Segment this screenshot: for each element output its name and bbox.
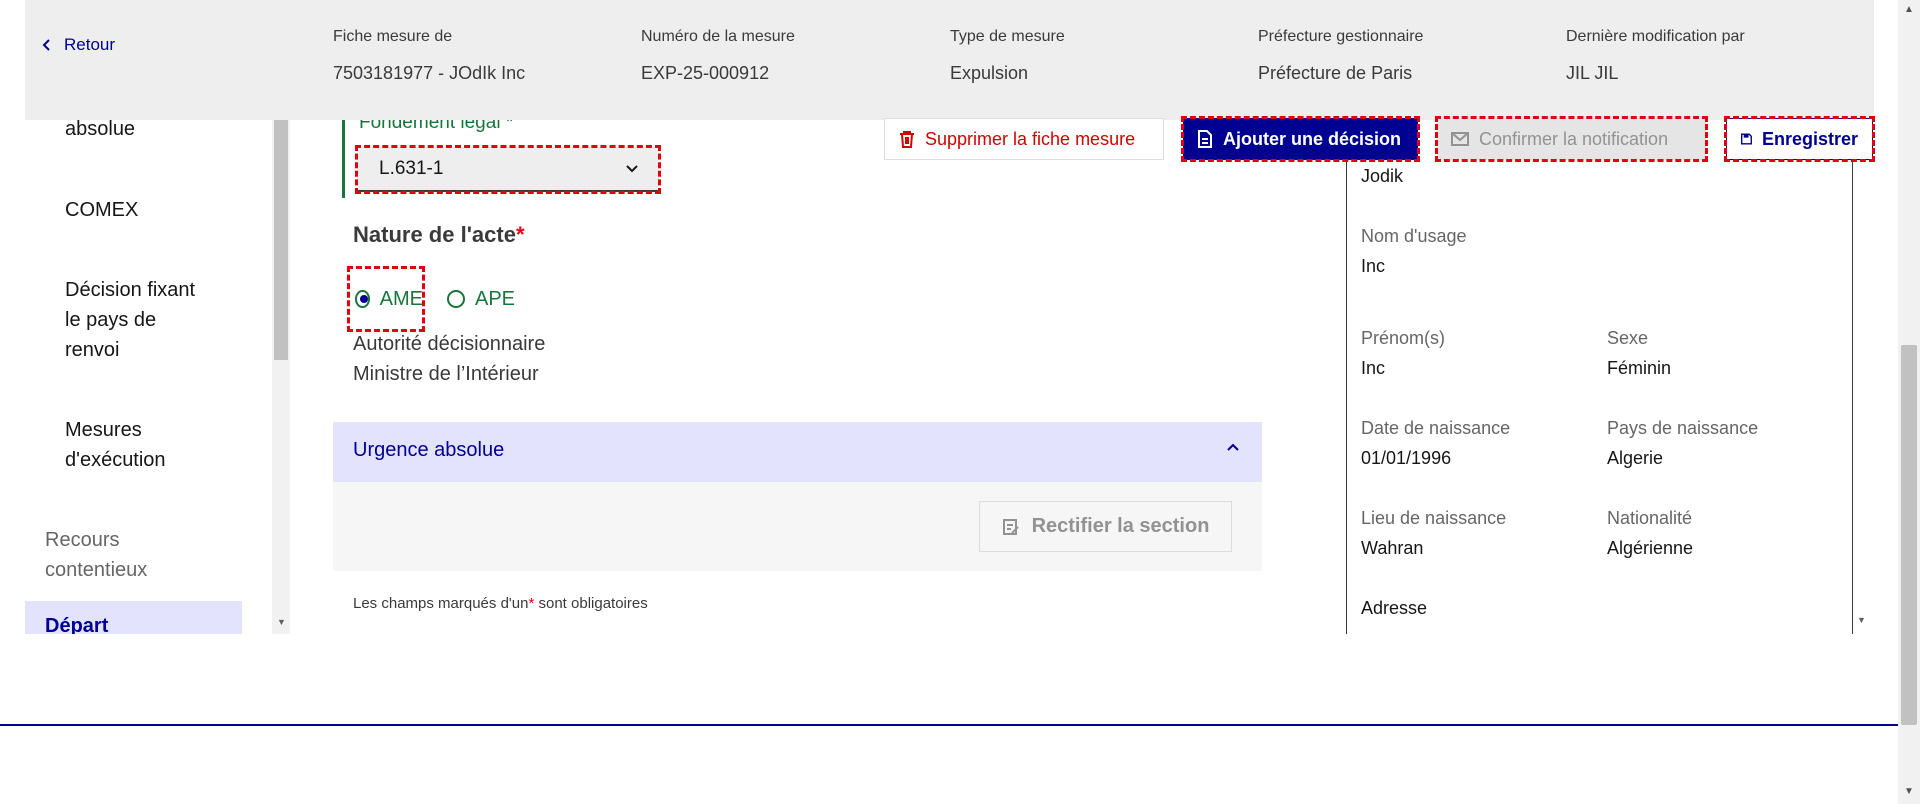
scroll-down-icon[interactable]: ▼ bbox=[1904, 786, 1914, 797]
dob-value: 01/01/1996 bbox=[1361, 448, 1452, 468]
usage-label: Nom d'usage bbox=[1361, 226, 1467, 246]
save-label: Enregistrer bbox=[1761, 128, 1858, 149]
chevron-down-icon bbox=[626, 164, 638, 172]
pays-naissance-value: Algerie bbox=[1607, 448, 1664, 468]
authority-value: Ministre de l’Intérieur bbox=[353, 363, 539, 385]
prenom-label: Prénom(s) bbox=[1361, 328, 1446, 348]
sidebar-item-urgence[interactable]: absolue bbox=[65, 120, 225, 144]
sidebar-item-depart[interactable]: Départ bbox=[25, 601, 242, 634]
mail-icon bbox=[1451, 132, 1469, 146]
nationalite-value: Algérienne bbox=[1607, 538, 1694, 558]
chevron-left-icon bbox=[42, 39, 50, 51]
header-col-modification: Dernière modification par JIL JIL bbox=[1566, 28, 1745, 84]
nature-acte-label: Nature de l'acte* bbox=[353, 222, 525, 247]
radio-empty-icon bbox=[447, 290, 465, 308]
sexe-value: Féminin bbox=[1607, 358, 1672, 378]
identity-panel: e Jodik Nom d'usage Inc Prénom(s) Inc Se… bbox=[1346, 120, 1854, 634]
required-fields-note: Les champs marqués d'un* sont obligatoir… bbox=[353, 595, 648, 612]
sidebar-item-comex[interactable]: COMEX bbox=[65, 195, 225, 225]
nom-value: Jodik bbox=[1361, 166, 1404, 186]
scroll-down-icon[interactable]: ▼ bbox=[1857, 615, 1866, 625]
edit-icon bbox=[1002, 518, 1019, 535]
header-label: Fiche mesure de bbox=[333, 28, 453, 45]
lieu-naissance-label: Lieu de naissance bbox=[1361, 508, 1507, 528]
legal-basis-select[interactable]: L.631-1 bbox=[355, 145, 661, 194]
radio-ape[interactable]: APE bbox=[447, 288, 515, 311]
prenom-value: Inc bbox=[1361, 358, 1386, 378]
header-col-fiche: Fiche mesure de 7503181977 - JOdIk Inc bbox=[333, 28, 525, 84]
header-label: Type de mesure bbox=[950, 28, 1065, 45]
delete-label: Supprimer la fiche mesure bbox=[925, 128, 1136, 149]
sidebar-item-mesures-execution[interactable]: Mesures d'exécution bbox=[65, 415, 205, 475]
scroll-up-icon[interactable]: ▲ bbox=[1904, 4, 1914, 15]
save-button[interactable]: Enregistrer bbox=[1724, 116, 1875, 162]
header-label: Numéro de la mesure bbox=[641, 28, 795, 45]
header-label: Dernière modification par bbox=[1566, 28, 1745, 45]
lieu-naissance-value: Wahran bbox=[1361, 538, 1424, 558]
accordion-title: Urgence absolue bbox=[353, 439, 505, 461]
radio-selected-icon bbox=[355, 290, 370, 308]
nationalite-label: Nationalité bbox=[1607, 508, 1693, 528]
legal-basis-label: Fondement légal * bbox=[359, 120, 514, 133]
delete-measure-button[interactable]: Supprimer la fiche mesure bbox=[884, 118, 1164, 160]
header-value: Expulsion bbox=[950, 63, 1029, 83]
header-col-type: Type de mesure Expulsion bbox=[950, 28, 1065, 84]
pays-naissance-label: Pays de naissance bbox=[1607, 418, 1759, 438]
document-icon bbox=[1198, 130, 1212, 148]
radio-label: AME bbox=[379, 287, 423, 310]
header-value: EXP-25-000912 bbox=[641, 63, 770, 83]
valid-field-indicator bbox=[342, 120, 345, 198]
accordion-urgence-header[interactable]: Urgence absolue bbox=[333, 422, 1262, 482]
footer-divider bbox=[0, 724, 1898, 726]
sidebar-item-label: Départ bbox=[45, 615, 109, 634]
nature-radio-group: AME APE bbox=[347, 266, 515, 332]
adresse-label: Adresse bbox=[1361, 598, 1428, 618]
header-value: Préfecture de Paris bbox=[1258, 63, 1413, 83]
header-label: Préfecture gestionnaire bbox=[1258, 28, 1424, 45]
usage-value: Inc bbox=[1361, 256, 1386, 276]
header-value: 7503181977 - JOdIk Inc bbox=[333, 63, 526, 83]
sexe-label: Sexe bbox=[1607, 328, 1649, 348]
radio-label: APE bbox=[475, 287, 516, 310]
header-value: JIL JIL bbox=[1566, 63, 1619, 83]
chevron-up-icon bbox=[1227, 443, 1239, 451]
scroll-down-icon[interactable]: ▼ bbox=[277, 617, 286, 627]
add-decision-label: Ajouter une décision bbox=[1223, 128, 1402, 149]
legal-basis-value: L.631-1 bbox=[379, 157, 444, 179]
header-col-numero: Numéro de la mesure EXP-25-000912 bbox=[641, 28, 795, 84]
panel-divider bbox=[1852, 160, 1853, 634]
measure-header: Retour Fiche mesure de 7503181977 - JOdI… bbox=[25, 0, 1874, 120]
save-icon bbox=[1741, 133, 1752, 145]
sidebar-scrollbar-thumb[interactable] bbox=[274, 120, 288, 360]
authority-label: Autorité décisionnaire bbox=[353, 333, 546, 355]
measure-form: Fondement légal * L.631-1 Nature de l'ac… bbox=[290, 120, 1350, 634]
radio-ame[interactable]: AME bbox=[347, 266, 425, 332]
header-col-prefecture: Préfecture gestionnaire Préfecture de Pa… bbox=[1258, 28, 1423, 84]
accordion-urgence-body: Rectifier la section bbox=[333, 482, 1262, 571]
add-decision-button[interactable]: Ajouter une décision bbox=[1181, 116, 1420, 162]
confirm-label: Confirmer la notification bbox=[1479, 128, 1669, 149]
dob-label: Date de naissance bbox=[1361, 418, 1511, 438]
page-scrollbar-thumb[interactable] bbox=[1901, 345, 1917, 725]
sidebar-item-decision-pays[interactable]: Décision fixant le pays de renvoi bbox=[65, 275, 205, 365]
back-link[interactable]: Retour bbox=[40, 35, 115, 55]
sidebar-nav: absolue COMEX Décision fixant le pays de… bbox=[25, 120, 242, 634]
sidebar-group-recours: Recours contentieux bbox=[45, 529, 148, 581]
rectify-section-button[interactable]: Rectifier la section bbox=[979, 501, 1232, 552]
confirm-notification-button[interactable]: Confirmer la notification bbox=[1435, 116, 1708, 162]
rectify-label: Rectifier la section bbox=[1031, 515, 1210, 537]
back-label: Retour bbox=[64, 35, 116, 54]
trash-icon bbox=[900, 131, 914, 148]
